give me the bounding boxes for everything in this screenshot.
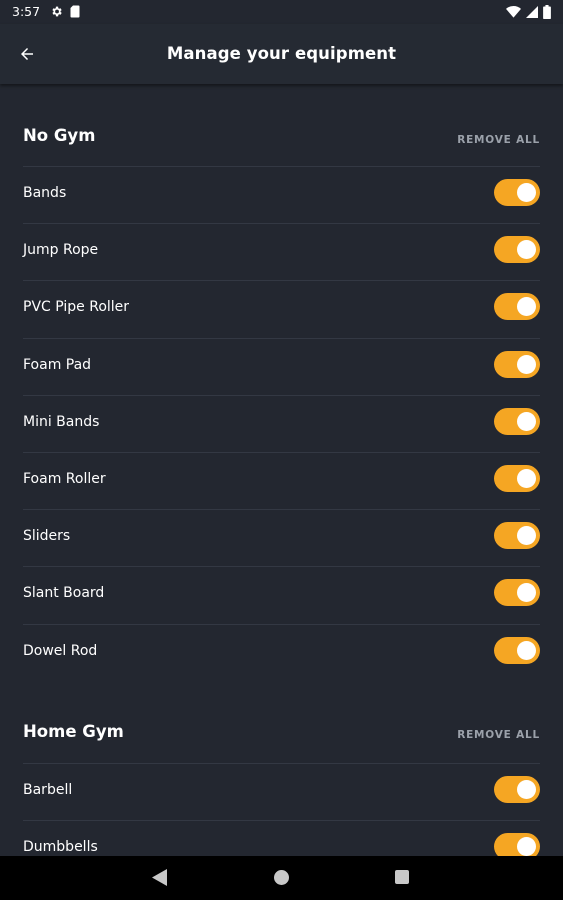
toggle-knob bbox=[517, 297, 536, 317]
recents-square-icon[interactable] bbox=[395, 870, 409, 884]
toggle-knob bbox=[517, 836, 536, 856]
equipment-toggle[interactable] bbox=[494, 832, 540, 856]
equipment-toggle[interactable] bbox=[494, 293, 540, 321]
list-item: Sliders bbox=[23, 509, 540, 566]
equipment-list[interactable]: No Gym REMOVE ALL Bands Jump Rope PVC Pipe… bbox=[0, 84, 563, 856]
equipment-label: PVC Pipe Roller bbox=[23, 299, 130, 316]
section-no-gym: No Gym REMOVE ALL Bands Jump Rope PVC Pipe… bbox=[0, 84, 563, 681]
section-header: Home Gym REMOVE ALL bbox=[0, 681, 563, 763]
equipment-label: Barbell bbox=[23, 781, 73, 798]
list-item: Mini Bands bbox=[23, 394, 540, 452]
list-item: Dumbbells bbox=[23, 819, 540, 856]
list-item: Slant Board bbox=[23, 566, 540, 623]
section-title: Home Gym bbox=[23, 721, 124, 741]
list-item: Dowel Rod bbox=[23, 623, 540, 681]
gear-icon bbox=[52, 6, 62, 17]
page-title: Manage your equipment bbox=[166, 44, 397, 63]
remove-all-button[interactable]: REMOVE ALL bbox=[457, 134, 540, 146]
toggle-knob bbox=[517, 411, 536, 431]
section-header: No Gym REMOVE ALL bbox=[0, 84, 563, 166]
list-item: Barbell bbox=[23, 762, 540, 820]
app-bar: Manage your equipment bbox=[0, 24, 563, 84]
equipment-toggle[interactable] bbox=[494, 236, 540, 264]
toggle-knob bbox=[517, 526, 536, 546]
wifi-icon bbox=[506, 6, 521, 18]
status-icons bbox=[506, 5, 551, 19]
sd-card-icon bbox=[70, 5, 80, 18]
list-item: Bands bbox=[23, 166, 540, 223]
equipment-toggle[interactable] bbox=[494, 179, 540, 206]
back-triangle-icon[interactable] bbox=[152, 869, 167, 886]
home-circle-icon[interactable] bbox=[274, 870, 289, 885]
status-bar: 3:57 bbox=[0, 0, 563, 24]
system-nav-bar bbox=[0, 856, 563, 900]
equipment-label: Foam Roller bbox=[23, 470, 106, 487]
equipment-label: Mini Bands bbox=[23, 413, 100, 430]
equipment-toggle[interactable] bbox=[494, 579, 540, 607]
toggle-knob bbox=[517, 468, 536, 488]
status-time: 3:57 bbox=[12, 4, 41, 19]
equipment-toggle[interactable] bbox=[494, 350, 540, 378]
equipment-toggle[interactable] bbox=[494, 636, 540, 664]
list-item: Foam Roller bbox=[23, 451, 540, 509]
section-home-gym: Home Gym REMOVE ALL Barbell Dumbbells bbox=[0, 681, 563, 856]
toggle-knob bbox=[517, 640, 536, 660]
toggle-knob bbox=[517, 779, 536, 799]
toggle-knob bbox=[517, 583, 536, 603]
equipment-toggle[interactable] bbox=[494, 775, 540, 803]
equipment-toggle[interactable] bbox=[494, 522, 540, 550]
remove-all-button[interactable]: REMOVE ALL bbox=[457, 729, 540, 741]
equipment-label: Jump Rope bbox=[23, 242, 99, 259]
equipment-toggle[interactable] bbox=[494, 407, 540, 435]
battery-icon bbox=[543, 5, 551, 19]
list-item: Jump Rope bbox=[23, 223, 540, 280]
equipment-label: Foam Pad bbox=[23, 356, 92, 373]
equipment-label: Dowel Rod bbox=[23, 642, 98, 659]
signal-icon bbox=[526, 6, 538, 18]
section-title: No Gym bbox=[23, 126, 96, 145]
toggle-knob bbox=[517, 183, 536, 202]
toggle-knob bbox=[517, 354, 536, 374]
toggle-knob bbox=[517, 240, 536, 260]
list-item: PVC Pipe Roller bbox=[23, 280, 540, 337]
equipment-label: Bands bbox=[23, 185, 67, 201]
equipment-label: Slant Board bbox=[23, 585, 105, 602]
list-item: Foam Pad bbox=[23, 337, 540, 395]
equipment-toggle[interactable] bbox=[494, 464, 540, 492]
equipment-label: Sliders bbox=[23, 528, 71, 545]
equipment-label: Dumbbells bbox=[23, 838, 98, 855]
